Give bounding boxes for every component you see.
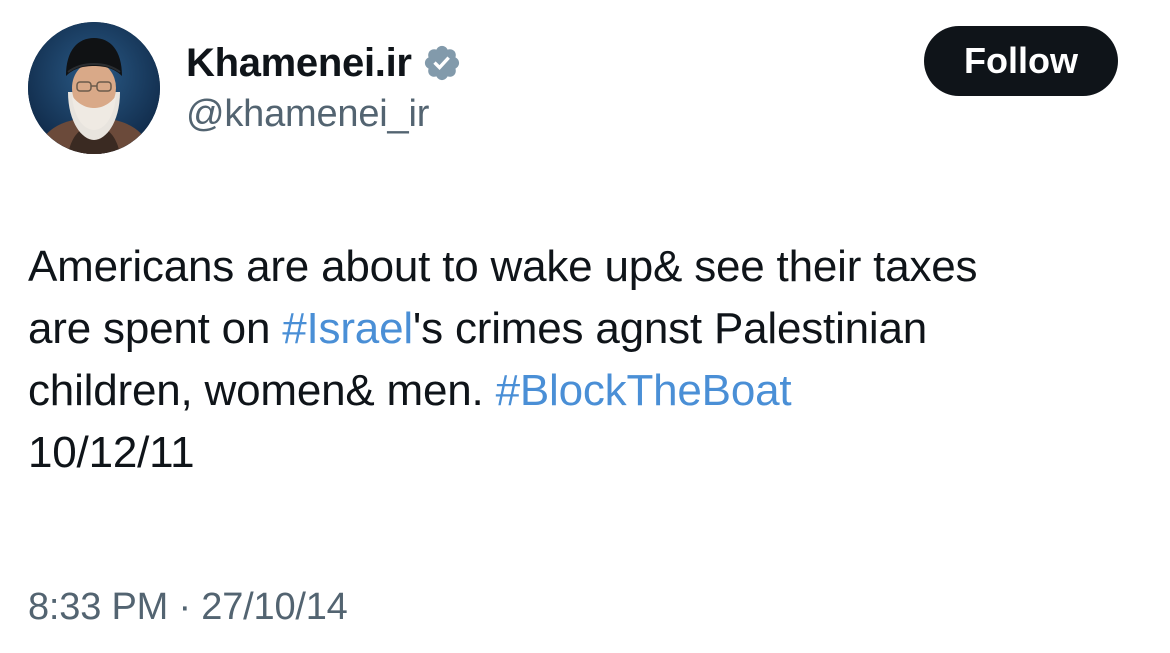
- author-handle[interactable]: @khamenei_ir: [186, 93, 429, 136]
- avatar-portrait-icon: [28, 22, 160, 154]
- tweet-card: Khamenei.ir @khamenei_ir Follow American…: [0, 0, 1170, 653]
- tweet-date: 27/10/14: [201, 586, 348, 628]
- tweet-line-4: 10/12/11: [28, 428, 195, 477]
- hashtag-link-blocktheboat[interactable]: #BlockTheBoat: [496, 366, 792, 415]
- tweet-text-segment: children, women& men.: [28, 366, 496, 415]
- display-name[interactable]: Khamenei.ir: [186, 41, 412, 86]
- tweet-line-2: are spent on #Israel's crimes agnst Pale…: [28, 298, 1148, 360]
- verified-badge-icon[interactable]: [422, 43, 462, 83]
- follow-button[interactable]: Follow: [924, 26, 1118, 96]
- author-name-row: Khamenei.ir: [186, 38, 462, 88]
- tweet-line-3: children, women& men. #BlockTheBoat: [28, 360, 1148, 422]
- tweet-line-1: Americans are about to wake up& see thei…: [28, 242, 978, 291]
- timestamp-separator: ·: [168, 586, 202, 628]
- tweet-text-segment: are spent on: [28, 304, 283, 353]
- avatar[interactable]: [28, 22, 160, 154]
- tweet-text: Americans are about to wake up& see thei…: [28, 236, 1148, 484]
- tweet-time: 8:33 PM: [28, 586, 169, 628]
- tweet-text-segment: 's crimes agnst Palestinian: [412, 304, 928, 353]
- tweet-timestamp[interactable]: 8:33 PM · 27/10/14: [28, 586, 348, 629]
- hashtag-link-israel[interactable]: #Israel: [282, 304, 413, 353]
